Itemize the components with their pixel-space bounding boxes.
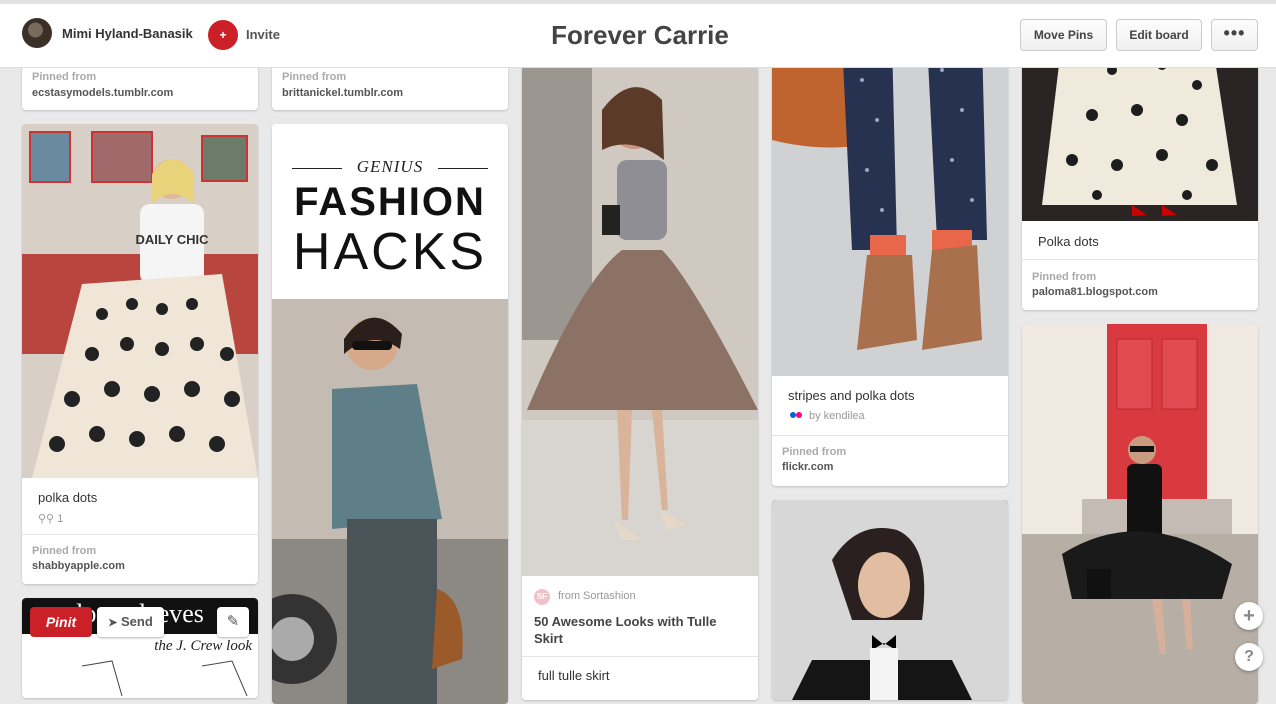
board-title: Forever Carrie (551, 20, 729, 50)
divider (1022, 259, 1258, 260)
send-icon: ➤ (108, 617, 118, 629)
send-label: Send (121, 614, 153, 629)
edit-board-button[interactable]: Edit board (1116, 19, 1202, 51)
tulle-skirt-photo (522, 40, 758, 576)
pinit-button[interactable]: Pinit (30, 607, 92, 637)
pin-card[interactable] (1022, 324, 1258, 704)
move-pins-button[interactable]: Move Pins (1020, 19, 1107, 51)
help-button[interactable]: ? (1235, 643, 1263, 671)
user-name[interactable]: Mimi Hyland-Banasik (62, 26, 193, 41)
tuxedo-woman-photo (772, 500, 1008, 700)
pinned-from-label: Pinned from (282, 71, 347, 83)
add-pin-button[interactable]: + (1235, 602, 1263, 630)
pin-card[interactable] (772, 500, 1008, 700)
pinned-from-label: Pinned from (32, 71, 97, 83)
hacks-genius-text: GENIUS (356, 157, 424, 176)
invite-icon[interactable]: + (208, 20, 238, 50)
pencil-icon: ✎ (226, 613, 240, 630)
pin-card[interactable]: SF from Sortashion 50 Awesome Looks with… (522, 40, 758, 700)
pin-card[interactable]: stripes and polka dots by kendilea Pinne… (772, 40, 1008, 486)
from-source-label[interactable]: from Sortashion (558, 590, 636, 602)
pin-image[interactable] (1022, 324, 1258, 704)
pin-image[interactable] (272, 299, 508, 704)
pin-article-title[interactable]: 50 Awesome Looks with Tulle Skirt (534, 613, 744, 647)
hacks-hacks-text: HACKS (292, 223, 488, 281)
pinned-by-label[interactable]: by kendilea (809, 410, 865, 422)
red-door-tulle-photo (1022, 324, 1258, 704)
invite-button[interactable]: Invite (246, 27, 280, 42)
repin-icon: ⚲⚲ (38, 513, 55, 525)
divider (22, 534, 258, 535)
pin-image-text[interactable]: GENIUS FASHION HACKS (272, 124, 508, 299)
ankle-boots-photo (772, 40, 1008, 376)
pin-image[interactable] (522, 40, 758, 576)
pin-source-link[interactable]: flickr.com (782, 461, 833, 473)
edit-pin-button[interactable]: ✎ (217, 607, 249, 637)
sketch-illustration (81, 660, 248, 696)
pin-description: stripes and polka dots (788, 388, 915, 403)
pin-card[interactable]: Polka dots Pinned from paloma81.blogspot… (1022, 40, 1258, 310)
more-options-button[interactable]: ••• (1211, 19, 1258, 51)
pin-card[interactable]: DAILY CHIC polka dots ⚲⚲ 1 Pinned from s… (22, 124, 258, 584)
pinned-from-label: Pinned from (782, 446, 847, 458)
divider (522, 656, 758, 657)
repin-count-value: 1 (57, 513, 64, 525)
pin-image[interactable]: DAILY CHIC (22, 124, 258, 478)
pin-description: polka dots (38, 490, 98, 505)
send-button[interactable]: ➤ Send (97, 607, 164, 637)
pinned-from-label: Pinned from (32, 545, 97, 557)
user-avatar[interactable] (22, 18, 52, 48)
pin-source-link[interactable]: ecstasymodels.tumblr.com (32, 87, 173, 99)
divider (772, 435, 1008, 436)
board-header: Mimi Hyland-Banasik + Invite Forever Car… (0, 0, 1276, 68)
pin-source-link[interactable]: paloma81.blogspot.com (1032, 286, 1158, 298)
hacks-fashion-text: FASHION (294, 180, 486, 224)
street-style-photo (272, 299, 508, 704)
pin-description: Polka dots (1038, 234, 1099, 249)
pin-image-subtitle: the J. Crew look (154, 638, 252, 654)
pin-image[interactable] (772, 500, 1008, 700)
pinned-from-label: Pinned from (1032, 271, 1097, 283)
pin-description: full tulle skirt (538, 668, 610, 683)
flickr-icon (790, 412, 802, 418)
repin-count: ⚲⚲ 1 (38, 512, 63, 525)
pin-card[interactable]: GENIUS FASHION HACKS (272, 124, 508, 704)
source-badge: SF (534, 589, 550, 605)
tshirt-text: DAILY CHIC (136, 232, 210, 247)
woman-polka-skirt-photo: DAILY CHIC (22, 124, 258, 478)
pin-source-link[interactable]: brittanickel.tumblr.com (282, 87, 403, 99)
pin-source-link[interactable]: shabbyapple.com (32, 560, 125, 572)
pin-image[interactable] (772, 40, 1008, 376)
